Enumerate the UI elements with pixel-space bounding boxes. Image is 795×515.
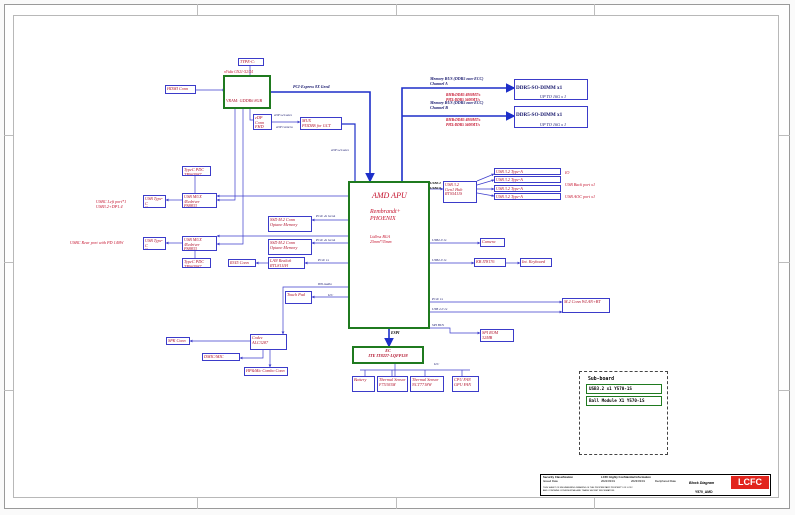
hdmi-conn-box[interactable]: HDMI Conn xyxy=(165,85,196,94)
frame-tick xyxy=(779,135,790,136)
hd-audio-label: HD Audio xyxy=(318,282,332,286)
fan-box[interactable]: CPU FAN GPU FAN xyxy=(452,376,479,392)
ssd1-box[interactable]: SSD M.2 Conn Optane Memory xyxy=(268,216,312,232)
dimm-b-title: DDR5-SO-DIMM x1 xyxy=(516,111,563,118)
frame-tick xyxy=(197,4,198,15)
frame-tick xyxy=(4,135,13,136)
io-port-b[interactable]: USB 3.2 Type-A xyxy=(494,176,561,183)
usb-redriver-2[interactable]: USB MUX /Redriver PS8833 xyxy=(182,236,217,251)
amd-apu-block[interactable]: AMD APU Rembrandt+ PHOENIX Lidless BGA 2… xyxy=(348,181,430,329)
thermal-sensor-1[interactable]: Thermal Sensor F75303M xyxy=(377,376,408,392)
frame-tick xyxy=(594,4,595,15)
keyboard-box[interactable]: Int. Keyboard xyxy=(520,258,552,267)
gpu-family-label: nVidia GN21-X2/X4 xyxy=(224,70,253,74)
dmic-box[interactable]: DMIC/MIC xyxy=(202,353,240,361)
sub-board-item[interactable]: Ball Module X1 Y570-1S xyxy=(586,396,662,406)
pcie-x8-label: PCI-Express 8X Gen4 xyxy=(293,84,330,89)
memory-speed-b: RMB:DDR5 4800MT/s PHX:DDR5 5600MT/s xyxy=(446,118,481,127)
tb-deciphered: Deciphered Date xyxy=(655,479,676,483)
rj45-box[interactable]: RJ45 Conn xyxy=(228,259,256,267)
usb-back-port-label: USB Back port x1 xyxy=(565,182,596,187)
edp-apu-lanes-label: eDP x4 Lanes xyxy=(331,148,349,152)
touchpad-box[interactable]: Touch Pad xyxy=(285,291,312,304)
usb-aoc-port-label: USB AOC port x1 xyxy=(565,194,596,199)
io-port-d[interactable]: USB 3.2 Type-A xyxy=(494,193,561,200)
typec-conn-1[interactable]: USB Type-C Conn xyxy=(143,195,166,208)
kb-usb-label: USB2.0 1x xyxy=(432,258,447,262)
camera-box[interactable]: Camera xyxy=(480,238,505,247)
apu-package: Lidless BGA 25mm*35mm xyxy=(370,234,392,244)
codec-box[interactable]: Codec ALC3287 xyxy=(250,334,287,350)
dimm-a-capacity: UP TO 16G x 1 xyxy=(540,94,567,99)
usbc-left-label: USBC Left port*1 USB3.2+DP1.4 xyxy=(96,199,127,209)
edp-lanes-label: eDP x4 Lanes xyxy=(274,113,292,117)
ec-box[interactable]: EC ITE IT8227-LQFP128 xyxy=(352,346,424,364)
frame-tick xyxy=(4,262,13,263)
wlan-pcie-label: PCIe 1x xyxy=(432,297,444,301)
memory-bus-b-label: Memory BUS (DDR5 non-ECC) Channel B xyxy=(430,100,484,110)
frame-tick xyxy=(779,390,790,391)
dimm-a-title: DDR5-SO-DIMM x1 xyxy=(516,84,563,91)
lan-pcie-label: PCIe 1x xyxy=(318,258,330,262)
lcfc-logo: LCFC xyxy=(731,476,769,489)
spk-conn-box[interactable]: SPK Conn xyxy=(166,337,190,345)
typec-pdc-2[interactable]: TypeC PDC TPS65987 xyxy=(182,258,211,268)
ssd2-box[interactable]: SSD M.2 Conn Optane Memory xyxy=(268,239,312,255)
edp-conn-box[interactable]: eDP Conn FHD xyxy=(253,114,272,130)
tb-issued: Issued Date xyxy=(543,479,558,483)
thermal-sensor-2[interactable]: Thermal Sensor NCT7718W xyxy=(410,376,444,392)
camera-usb-label: USB2.0 1x xyxy=(432,238,447,242)
memory-bus-a-label: Memory BUS (DDR5 non-ECC) Channel A xyxy=(430,76,484,86)
vga-box[interactable]: TYPE-C: HDMI(Type-C) xyxy=(238,58,264,66)
sub-board-panel: Sub-board USB3.2 x1 Y570-1S Ball Module … xyxy=(579,371,668,455)
frame-tick xyxy=(594,498,595,509)
apu-title: AMD APU xyxy=(372,191,407,200)
spi-bus-label: SPI BUS xyxy=(432,323,444,327)
frame-tick xyxy=(396,4,397,15)
usb-bus-label: USB3.2 USB2.0 xyxy=(430,181,441,190)
ssd1-pcie-label: PCIe 4x Gen4 xyxy=(316,214,336,218)
dimm-b-capacity: UP TO 16G x 1 xyxy=(540,122,567,127)
io-port-a[interactable]: USB 3.2 Type-A xyxy=(494,168,561,175)
typec-conn-2[interactable]: USB Type-C Conn xyxy=(143,237,166,250)
dgpu-box[interactable]: VRAM: GDDR6 8GB xyxy=(223,75,271,109)
hp-combo-box[interactable]: HP&Mic Combo Conn xyxy=(244,367,288,376)
dgpu-vram: VRAM: GDDR6 8GB xyxy=(226,97,263,103)
ssd2-pcie-label: PCIe 4x Gen4 xyxy=(316,238,336,242)
frame-tick xyxy=(4,390,13,391)
sub-board-item[interactable]: USB3.2 x1 Y570-1S xyxy=(586,384,662,394)
apu-codename: Rembrandt+ PHOENIX xyxy=(370,209,401,222)
sub-board-title: Sub-board xyxy=(588,377,614,382)
lan-box[interactable]: LAN Realtek RTL8111H xyxy=(268,257,305,269)
usb-redriver-1[interactable]: USB MUX /Redriver PS8833 xyxy=(182,193,217,208)
usb-hub-box[interactable]: USB 3.2 Gen1 Hub RTS5411S xyxy=(443,181,477,203)
edp-camera-label: eDP Camera xyxy=(276,125,293,129)
ec-i2c-label: I2C xyxy=(434,362,440,366)
wlan-box[interactable]: M.2 Conn WLAN+BT xyxy=(562,298,610,313)
title-block: Security Classification Issued Date THIS… xyxy=(540,474,771,496)
tb-model: Y570_AMD xyxy=(695,490,713,494)
espi-label: ESPI xyxy=(391,331,400,335)
io-port-c[interactable]: USB 3.2 Type-A xyxy=(494,185,561,192)
tb-date-2: 2023/03/01 xyxy=(631,479,645,483)
tb-date-1: 2022/03/01 xyxy=(601,479,615,483)
frame-tick xyxy=(779,262,790,263)
tb-notice-2: AND CONTAINS CONFIDENTIAL AND TRADE SECR… xyxy=(543,490,615,492)
frame-tick xyxy=(396,498,397,509)
wlan-usb-label: USB 2.0 1x xyxy=(432,307,448,311)
battery-box[interactable]: Battery xyxy=(352,376,375,392)
i2c-label: I2C xyxy=(328,293,334,297)
kb-controller-box[interactable]: KB IT8176 xyxy=(474,258,506,267)
io-label: IO xyxy=(565,170,570,175)
mux-box[interactable]: MUX PI3DBS for GCT xyxy=(300,117,342,130)
frame-tick xyxy=(197,498,198,509)
tb-title: Block Diagram xyxy=(689,481,715,485)
usbc-rear-label: USBC Rear port with PD 140W xyxy=(70,240,124,245)
spi-rom-box[interactable]: SPI ROM 32MB xyxy=(480,329,514,342)
typec-pdc-1[interactable]: TypeC PDC TPS65987 xyxy=(182,166,211,176)
